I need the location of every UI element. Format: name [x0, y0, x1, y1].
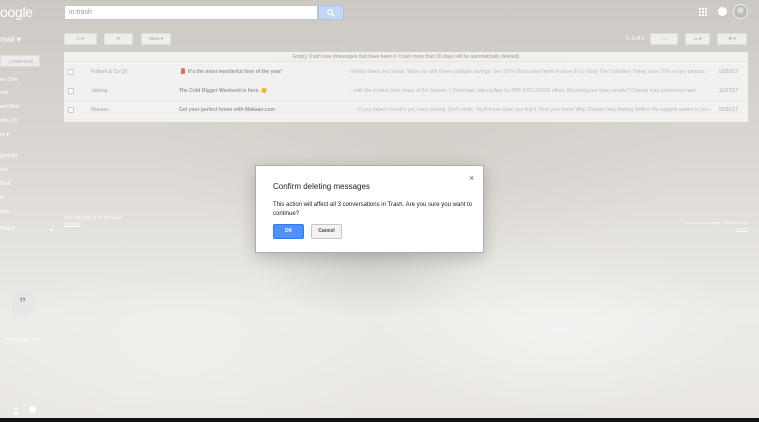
notifications-icon[interactable]: [718, 7, 727, 16]
hangouts-icon: ”: [12, 290, 36, 316]
input-tools-button[interactable]: ▭ ▾: [685, 33, 710, 45]
email-date: 11/17/17: [718, 88, 738, 94]
add-icon[interactable]: +: [49, 225, 54, 234]
email-date: 12/22/17: [718, 69, 738, 75]
page-count: 1–3 of 3: [626, 36, 645, 42]
label-marker-icon: [181, 68, 185, 74]
mail-menu[interactable]: mail ▾: [0, 35, 21, 44]
email-sender: Makaan: [91, 107, 109, 113]
sidebar-group-label[interactable]: Mag ▾: [0, 226, 15, 232]
sidebar-item-spam[interactable]: m: [0, 195, 5, 201]
confirm-delete-dialog: Confirm deleting messages × This action …: [255, 165, 484, 253]
search-button[interactable]: [318, 5, 344, 20]
more-button[interactable]: More ▾: [141, 33, 171, 45]
settings-button[interactable]: ⚙ ▾: [717, 33, 747, 45]
search-input[interactable]: in:trash: [64, 5, 318, 20]
gear-icon: ⚙ ▾: [728, 36, 736, 41]
cancel-button[interactable]: Cancel: [311, 224, 342, 239]
sidebar-item-important[interactable]: portant: [0, 153, 17, 159]
pagination-buttons[interactable]: ‹ ›: [650, 33, 678, 45]
empty-trash-notice[interactable]: Empty Trash now (messages that have been…: [64, 52, 748, 62]
sidebar-item-trash[interactable]: ash: [0, 209, 9, 215]
activity-details-link[interactable]: Details: [670, 226, 748, 232]
email-snippet: - If you haven't found it yet, keep look…: [356, 107, 711, 113]
refresh-button[interactable]: ⟳: [104, 33, 133, 45]
hangouts-small-icon[interactable]: [29, 406, 36, 413]
dialog-title: Confirm deleting messages: [273, 182, 370, 191]
email-subject: The Cold Digger Weekend is here. 😊: [179, 88, 268, 94]
avatar[interactable]: [733, 4, 748, 19]
row-checkbox[interactable]: [68, 88, 74, 94]
sidebar-item-drafts[interactable]: afts (4): [0, 118, 17, 124]
email-date: 10/31/17: [718, 107, 738, 113]
compose-button[interactable]: COMPOSE: [0, 55, 40, 67]
last-activity: Last account activity: 0 minutes ago Det…: [670, 220, 748, 232]
email-sender: Folsom & Co (2): [91, 69, 128, 75]
apps-grid-icon[interactable]: [699, 8, 707, 16]
email-snippet: - Holiday deals and steals. Warm up with…: [347, 69, 707, 75]
sidebar-item-more[interactable]: re ▾: [0, 132, 9, 138]
manage-storage-link[interactable]: Manage: [64, 221, 80, 226]
sidebar-item-sent[interactable]: ant Mail: [0, 104, 19, 110]
sidebar-item-all-mail[interactable]: Mail: [0, 181, 10, 187]
email-sender: Jabong: [91, 88, 108, 94]
sidebar-item-inbox[interactable]: ox (34): [0, 77, 17, 83]
table-row[interactable]: Jabong The Cold Digger Weekend is here. …: [64, 82, 748, 101]
row-checkbox[interactable]: [68, 69, 74, 75]
email-snippet: - with the coolest price drops of the Se…: [351, 88, 698, 94]
ok-button[interactable]: OK: [273, 224, 304, 239]
google-logo: oogle: [0, 4, 33, 20]
start-new-chat-link[interactable]: Start a new one: [6, 346, 38, 351]
storage-usage: 0.12 GB (0%) of 15 GB used: [64, 215, 122, 220]
email-subject: It's the most wonderful time of the year…: [188, 69, 283, 75]
table-row[interactable]: Folsom & Co (2) It's the most wonderful …: [64, 63, 748, 82]
close-icon[interactable]: ×: [469, 173, 474, 183]
dialog-message: This action will affect all 3 conversati…: [273, 202, 472, 217]
person-icon[interactable]: [13, 407, 19, 414]
search-icon: [327, 8, 335, 17]
select-checkbox-dropdown[interactable]: ☐ ▾: [64, 33, 97, 45]
no-recent-chats: No recent chats: [6, 337, 42, 343]
sidebar-item-starred[interactable]: red: [0, 90, 8, 96]
email-subject: Get your perfect home with Makaan.com: [179, 107, 276, 113]
taskbar-edge: [0, 418, 759, 422]
table-row[interactable]: Makaan Get your perfect home with Makaan…: [64, 101, 748, 120]
sidebar-item-chats[interactable]: ats: [0, 167, 7, 173]
row-checkbox[interactable]: [68, 107, 74, 113]
